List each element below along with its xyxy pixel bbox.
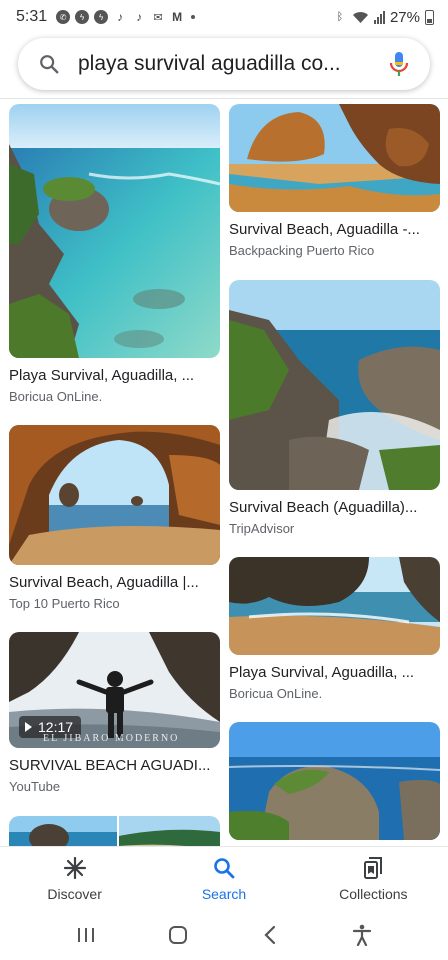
- video-watermark: EL JIBARO MODERNO: [43, 733, 180, 744]
- result-image[interactable]: [9, 816, 220, 846]
- system-nav-bar: [0, 910, 448, 960]
- result-card[interactable]: [229, 722, 440, 840]
- image-results-grid: Playa Survival, Aguadilla, ... Boricua O…: [0, 100, 448, 846]
- result-source: TripAdvisor: [229, 521, 295, 536]
- recent-apps-icon[interactable]: [74, 923, 98, 947]
- nav-search-label: Search: [201, 885, 247, 902]
- whatsapp-icon: ✆: [56, 10, 71, 24]
- result-image[interactable]: [229, 557, 440, 655]
- result-source: YouTube: [9, 779, 61, 794]
- nav-collections-label: Collections: [339, 885, 408, 902]
- search-input[interactable]: playa survival aguadilla co...: [78, 52, 378, 76]
- wifi-icon: [352, 11, 368, 23]
- play-icon: [25, 722, 32, 732]
- search-icon[interactable]: [38, 53, 60, 75]
- home-icon[interactable]: [166, 923, 190, 947]
- result-title[interactable]: SURVIVAL BEACH AGUADI...: [9, 756, 220, 775]
- result-image[interactable]: [229, 722, 440, 840]
- mic-icon[interactable]: [388, 51, 410, 77]
- nav-search[interactable]: Search: [149, 847, 298, 910]
- result-image[interactable]: 12:17 EL JIBARO MODERNO: [9, 632, 220, 748]
- result-source: Boricua OnLine.: [9, 389, 103, 404]
- result-source: Backpacking Puerto Rico: [229, 243, 375, 258]
- result-title[interactable]: Survival Beach, Aguadilla |...: [9, 573, 220, 592]
- result-source: Boricua OnLine.: [229, 686, 323, 701]
- status-bar: 5:31 ✆ ϟ ϟ ♪ ♪ ✉ M ᛒ 27%: [0, 0, 448, 34]
- search-bar[interactable]: playa survival aguadilla co...: [18, 38, 430, 90]
- back-icon[interactable]: [258, 923, 282, 947]
- result-title[interactable]: Survival Beach, Aguadilla -...: [229, 220, 440, 239]
- result-title[interactable]: Playa Survival, Aguadilla, ...: [9, 366, 220, 385]
- divider: [0, 98, 448, 99]
- search-icon[interactable]: [212, 856, 236, 880]
- gmail-icon: M: [172, 10, 183, 24]
- video-result-card[interactable]: 12:17 EL JIBARO MODERNO SURVIVAL BEACH A…: [9, 632, 220, 795]
- result-card[interactable]: Survival Beach, Aguadilla |... Top 10 Pu…: [9, 425, 220, 612]
- accessibility-icon[interactable]: [350, 923, 374, 947]
- nav-discover[interactable]: Discover: [0, 847, 149, 910]
- result-image[interactable]: [9, 425, 220, 565]
- result-title[interactable]: Survival Beach (Aguadilla)...: [229, 498, 440, 517]
- signal-icon: [373, 10, 385, 24]
- battery-percent: 27%: [389, 8, 420, 26]
- status-time: 5:31: [16, 8, 48, 25]
- discover-icon[interactable]: [63, 856, 87, 880]
- mail-icon: ✉: [153, 11, 163, 24]
- result-card[interactable]: Playa Survival, Aguadilla, ... Boricua O…: [229, 557, 440, 702]
- messenger-icon: ϟ: [75, 10, 90, 24]
- collections-icon[interactable]: [361, 856, 385, 880]
- result-card[interactable]: Survival Beach (Aguadilla)... TripAdviso…: [229, 280, 440, 537]
- result-image[interactable]: [229, 104, 440, 212]
- nav-discover-label: Discover: [47, 885, 102, 902]
- bluetooth-icon: ᛒ: [336, 11, 344, 23]
- tiktok-icon: ♪: [117, 10, 124, 24]
- result-title[interactable]: Playa Survival, Aguadilla, ...: [229, 663, 440, 682]
- result-card[interactable]: [9, 816, 220, 846]
- result-image[interactable]: [9, 104, 220, 358]
- bottom-nav: Discover Search Collections: [0, 846, 448, 910]
- result-card[interactable]: Survival Beach, Aguadilla -... Backpacki…: [229, 104, 440, 259]
- result-source: Top 10 Puerto Rico: [9, 596, 120, 611]
- nav-collections[interactable]: Collections: [299, 847, 448, 910]
- messenger-icon: ϟ: [94, 10, 109, 24]
- result-image[interactable]: [229, 280, 440, 490]
- tiktok-icon: ♪: [136, 10, 143, 24]
- more-dot-icon: [191, 15, 196, 19]
- result-card[interactable]: Playa Survival, Aguadilla, ... Boricua O…: [9, 104, 220, 405]
- battery-icon: [425, 9, 434, 25]
